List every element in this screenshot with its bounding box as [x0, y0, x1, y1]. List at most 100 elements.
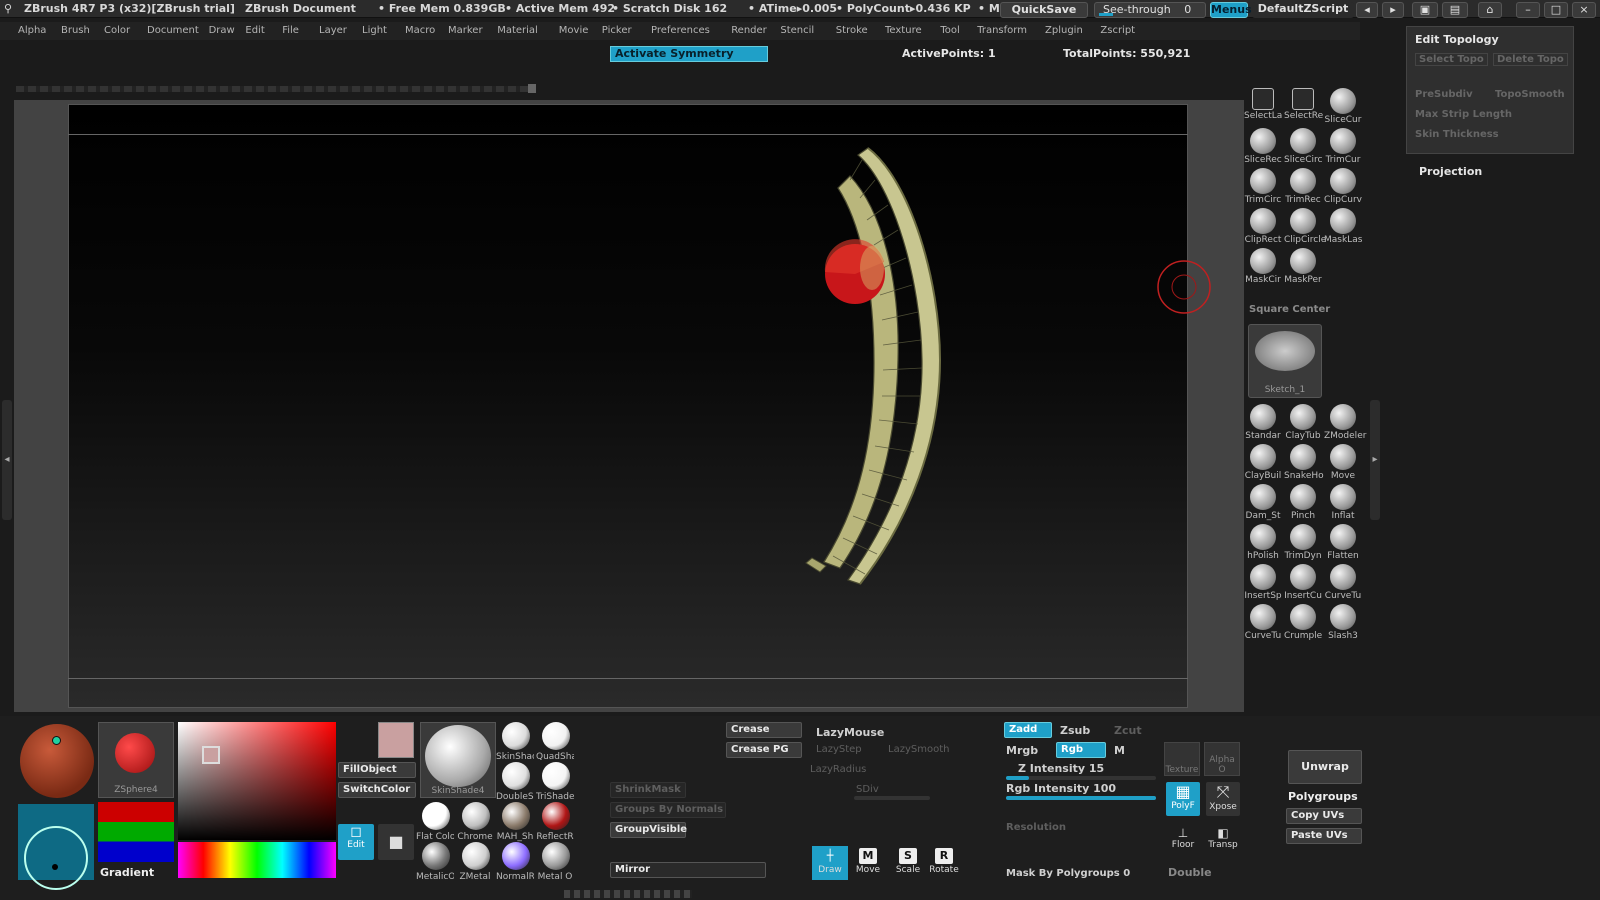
palette-brushes-0[interactable]: Standar [1244, 404, 1282, 441]
left-tray-toggle[interactable]: ◂ [2, 400, 12, 520]
z-intensity-slider[interactable]: Z Intensity 15 [1018, 762, 1104, 775]
material-4-icon[interactable] [422, 802, 450, 830]
crease-button[interactable]: Crease [726, 722, 802, 738]
copy-uvs-button[interactable]: Copy UVs [1286, 808, 1362, 824]
material-9-icon[interactable] [462, 842, 490, 870]
floor-button[interactable]: ⊥ Floor [1166, 826, 1200, 856]
alpha-slot[interactable]: Alpha O [1204, 742, 1240, 776]
paste-uvs-button[interactable]: Paste UVs [1286, 828, 1362, 844]
sketch-thumbnail[interactable]: Sketch_1 [1248, 324, 1322, 398]
stroke-preview[interactable] [18, 804, 94, 890]
material-0-icon[interactable] [502, 722, 530, 750]
palette-tools-3[interactable]: SliceRec [1244, 128, 1282, 165]
mask-by-polygroups-slider[interactable]: Mask By Polygroups 0 [1006, 868, 1130, 879]
zsub-button[interactable]: Zsub [1060, 724, 1090, 737]
small-square-icon[interactable]: ■ [378, 824, 414, 860]
unwrap-button[interactable]: Unwrap [1288, 750, 1362, 784]
z-intensity-track[interactable] [1006, 776, 1156, 780]
crease-pg-button[interactable]: Crease PG [726, 742, 802, 758]
material-6-icon[interactable] [502, 802, 530, 830]
palette-tools-1[interactable]: SelectRe [1284, 88, 1323, 121]
presubdiv-slider[interactable]: PreSubdiv [1415, 89, 1473, 100]
lazysmooth-slider[interactable]: LazySmooth [888, 744, 949, 755]
palette-brushes-15[interactable]: CurveTu [1244, 604, 1282, 641]
skinshade-thumbnail[interactable]: SkinShade4 [420, 722, 496, 798]
m-button[interactable]: M [1114, 744, 1125, 757]
bottom-scroll-handle[interactable] [564, 890, 692, 898]
switch-color-button[interactable]: SwitchColor [338, 782, 416, 798]
select-topo-button[interactable]: Select Topo [1415, 53, 1488, 66]
palette-tools-2[interactable]: SliceCur [1324, 88, 1362, 125]
palette-tools-11[interactable]: MaskLas [1324, 208, 1362, 245]
palette-brushes-4[interactable]: SnakeHo [1284, 444, 1324, 481]
palette-brushes-14[interactable]: CurveTu [1324, 564, 1362, 601]
palette-tools-10[interactable]: ClipCircle [1284, 208, 1326, 245]
lazymouse-button[interactable]: LazyMouse [816, 726, 884, 739]
sdiv-slider[interactable]: SDiv [856, 784, 879, 795]
material-1-icon[interactable] [542, 722, 570, 750]
material-7-icon[interactable] [542, 802, 570, 830]
palette-tools-6[interactable]: TrimCirc [1244, 168, 1282, 205]
sdiv-track[interactable] [854, 796, 930, 800]
palette-brushes-10[interactable]: TrimDyn [1284, 524, 1322, 561]
lazyradius-slider[interactable]: LazyRadius [810, 764, 866, 775]
material-10-icon[interactable] [502, 842, 530, 870]
material-8-icon[interactable] [422, 842, 450, 870]
palette-brushes-5[interactable]: Move [1324, 444, 1362, 481]
palette-tools-9[interactable]: ClipRect [1244, 208, 1282, 245]
groups-by-normals-button[interactable]: Groups By Normals [610, 802, 726, 818]
palette-brushes-2[interactable]: ZModeler [1324, 404, 1366, 441]
palette-brushes-9[interactable]: hPolish [1244, 524, 1282, 561]
polyf-button[interactable]: ▦ PolyF [1166, 782, 1200, 816]
delete-topo-button[interactable]: Delete Topo [1493, 53, 1568, 66]
edit-topology-title[interactable]: Edit Topology [1415, 33, 1499, 46]
rgb-button[interactable]: Rgb [1056, 742, 1106, 758]
palette-tools-12[interactable]: MaskCir [1244, 248, 1282, 285]
zadd-button[interactable]: Zadd [1004, 722, 1052, 738]
material-5-icon[interactable] [462, 802, 490, 830]
scale-button[interactable]: S Scale [890, 846, 926, 880]
max-strip-length-slider[interactable]: Max Strip Length [1415, 109, 1512, 120]
skin-thickness-slider[interactable]: Skin Thickness [1415, 129, 1499, 140]
color-picker[interactable] [178, 722, 336, 840]
palette-brushes-11[interactable]: Flatten [1324, 524, 1362, 561]
palette-tools-4[interactable]: SliceCirc [1284, 128, 1322, 165]
rotate-button[interactable]: R Rotate [926, 846, 962, 880]
rgb-sliders[interactable] [98, 802, 174, 862]
rgb-intensity-track[interactable] [1006, 796, 1156, 800]
xpose-button[interactable]: ⤧ Xpose [1206, 782, 1240, 816]
transp-button[interactable]: ◧ Transp [1206, 826, 1240, 856]
lazystep-slider[interactable]: LazyStep [816, 744, 862, 755]
palette-brushes-17[interactable]: Slash3 [1324, 604, 1362, 641]
hue-slider[interactable] [178, 842, 336, 878]
mirror-button[interactable]: Mirror [610, 862, 766, 878]
palette-brushes-3[interactable]: ClayBuil [1244, 444, 1282, 481]
palette-brushes-1[interactable]: ClayTub [1284, 404, 1322, 441]
toposmooth-slider[interactable]: TopoSmooth [1495, 89, 1565, 100]
fill-object-button[interactable]: FillObject [338, 762, 416, 778]
mrgb-button[interactable]: Mrgb [1006, 744, 1038, 757]
projection-label[interactable]: Projection [1419, 165, 1482, 178]
right-tray-toggle[interactable]: ▸ [1370, 400, 1380, 520]
shrinkmask-button[interactable]: ShrinkMask [610, 782, 686, 798]
double-button[interactable]: Double [1168, 866, 1212, 879]
palette-tools-0[interactable]: SelectLa [1244, 88, 1282, 121]
rgb-intensity-slider[interactable]: Rgb Intensity 100 [1006, 782, 1116, 795]
palette-tools-5[interactable]: TrimCur [1324, 128, 1362, 165]
zcut-button[interactable]: Zcut [1114, 724, 1142, 737]
material-3-icon[interactable] [542, 762, 570, 790]
palette-brushes-8[interactable]: Inflat [1324, 484, 1362, 521]
edit-button[interactable]: ◻ Edit [338, 824, 374, 860]
palette-brushes-7[interactable]: Pinch [1284, 484, 1322, 521]
material-sphere[interactable] [20, 724, 94, 798]
resolution-slider[interactable]: Resolution [1006, 822, 1066, 833]
zsphere-thumbnail[interactable]: ZSphere4 [98, 722, 174, 798]
palette-brushes-16[interactable]: Crumple [1284, 604, 1322, 641]
draw-button[interactable]: ┼ Draw [812, 846, 848, 880]
palette-tools-7[interactable]: TrimRec [1284, 168, 1322, 205]
move-button[interactable]: M Move [850, 846, 886, 880]
palette-tools-8[interactable]: ClipCurv [1324, 168, 1362, 205]
texture-slot[interactable]: Texture [1164, 742, 1200, 776]
palette-brushes-12[interactable]: InsertSp [1244, 564, 1282, 601]
palette-brushes-6[interactable]: Dam_St [1244, 484, 1282, 521]
